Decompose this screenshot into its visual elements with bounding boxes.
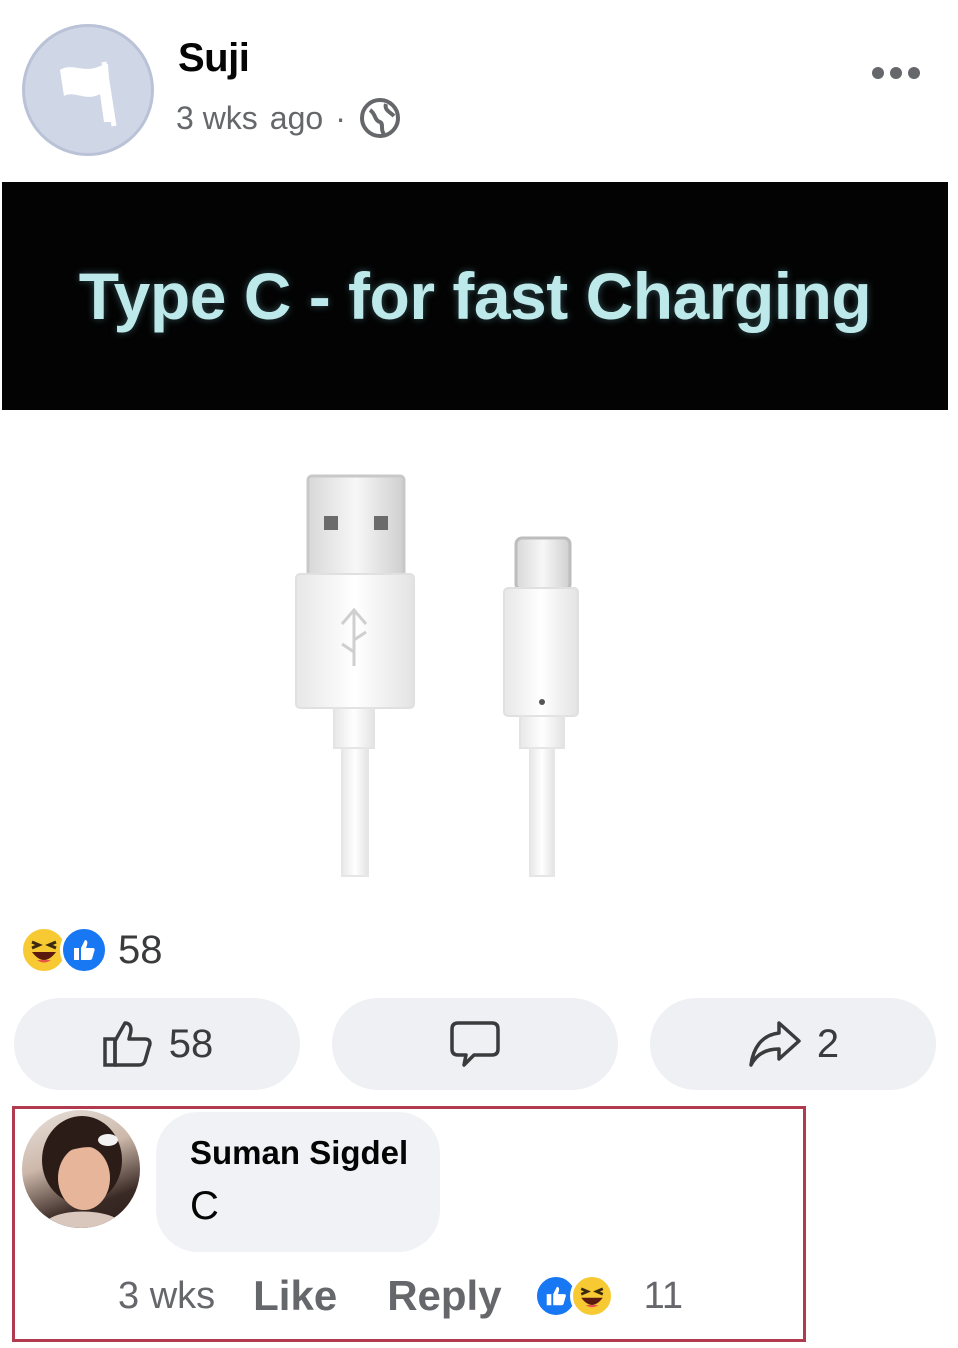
comment-time[interactable]: 3 wks: [118, 1275, 215, 1318]
flag-icon: [60, 61, 117, 127]
banner-text: Type C - for fast Charging: [78, 259, 872, 333]
haha-emoji-icon: [569, 1274, 614, 1318]
globe-icon: [359, 98, 400, 138]
post-photo[interactable]: [2, 410, 948, 890]
like-button[interactable]: 58: [14, 998, 300, 1090]
comment-button[interactable]: [332, 998, 618, 1090]
meta-separator: ·: [335, 99, 346, 136]
thumbs-up-icon: [103, 1021, 152, 1067]
comment-reply-button[interactable]: Reply: [387, 1272, 501, 1320]
reaction-count: 58: [118, 927, 163, 972]
reaction-summary[interactable]: 58: [20, 926, 163, 974]
commenter-name[interactable]: Suman Sigdel: [190, 1134, 408, 1172]
page-avatar[interactable]: [22, 24, 154, 156]
comment-reaction-count: 11: [643, 1274, 684, 1317]
share-arrow-icon: [749, 1021, 801, 1067]
like-emoji-icon: [60, 926, 108, 974]
more-options-button[interactable]: [870, 58, 922, 81]
post-time-suffix: ago: [269, 99, 324, 136]
comment-reactions[interactable]: 11: [533, 1274, 684, 1318]
more-dots-icon: [872, 67, 920, 79]
share-count: 2: [816, 1021, 840, 1066]
like-count: 58: [168, 1021, 214, 1066]
commenter-avatar[interactable]: [22, 1110, 140, 1228]
post-time[interactable]: 3 wks: [176, 100, 258, 137]
comment-like-button[interactable]: Like: [253, 1272, 337, 1320]
comment-text: C: [190, 1184, 219, 1228]
comment-bubble-icon: [450, 1021, 500, 1067]
post-author[interactable]: Suji: [178, 36, 250, 81]
share-button[interactable]: 2: [650, 998, 936, 1090]
comment-bubble: [156, 1112, 440, 1252]
comment-actions: 3 wks Like Reply 11: [118, 1272, 683, 1320]
usb-cable-image: [295, 474, 579, 877]
post-meta: 3 wks ago ·: [176, 96, 402, 140]
post-banner: Type C - for fast Charging: [2, 182, 948, 410]
